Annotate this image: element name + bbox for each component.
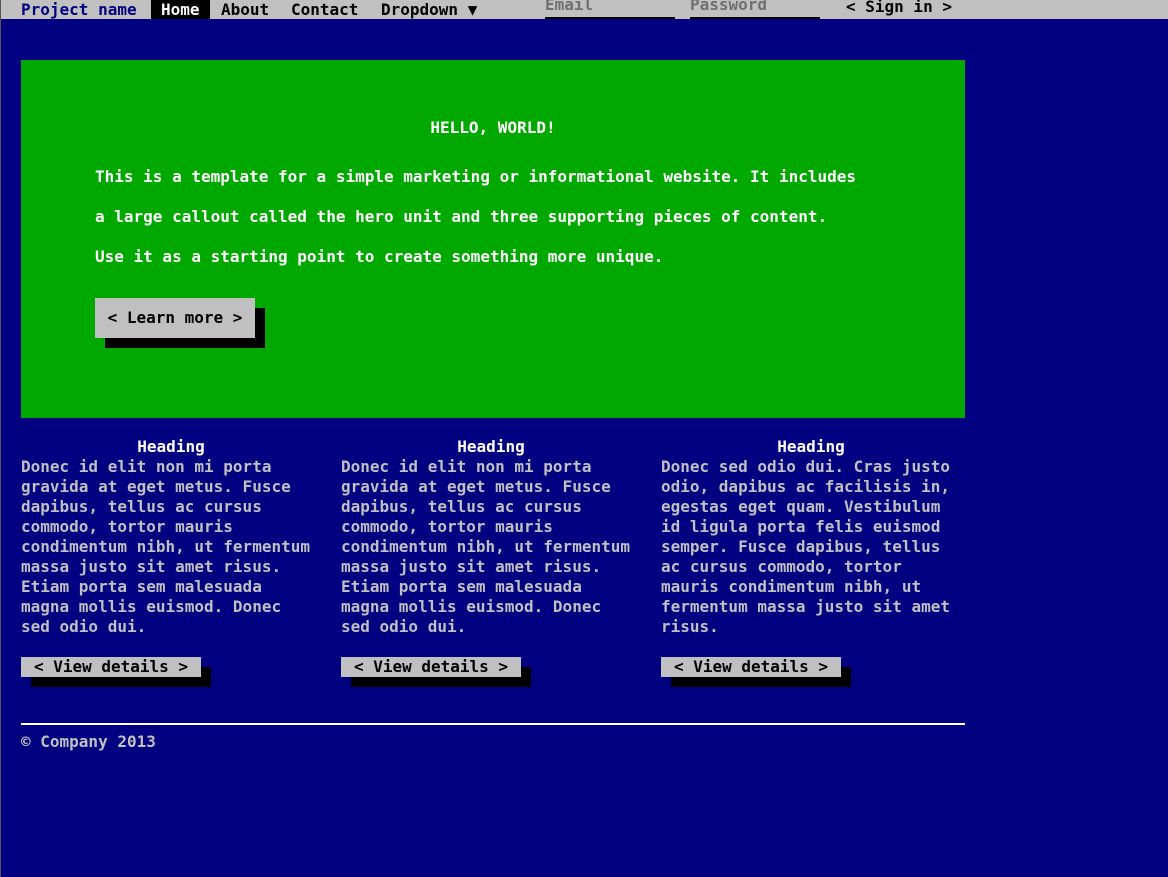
column-text-line: commodo, tortor mauris bbox=[341, 517, 553, 536]
column-text-line: gravida at eget metus. Fusce bbox=[21, 477, 291, 496]
column-text-line: mauris condimentum nibh, ut bbox=[661, 577, 922, 596]
column-text-line: egestas eget quam. Vestibulum bbox=[661, 497, 941, 516]
column-text-line: Donec id elit non mi porta bbox=[21, 457, 272, 476]
column-heading: Heading bbox=[457, 437, 525, 456]
column-text-line: dapibus, tellus ac cursus bbox=[21, 497, 262, 516]
column-text-line: Etiam porta sem malesuada bbox=[21, 577, 262, 596]
column-text-line: Donec sed odio dui. Cras justo bbox=[661, 457, 950, 476]
hero-unit: HELLO, WORLD! This is a template for a s… bbox=[21, 60, 965, 418]
nav-contact[interactable]: Contact bbox=[281, 0, 368, 19]
footer-divider bbox=[21, 723, 965, 725]
column-text-line: sed odio dui. bbox=[341, 617, 467, 636]
column-text-line: dapibus, tellus ac cursus bbox=[341, 497, 582, 516]
column-text-line: odio, dapibus ac facilisis in, bbox=[661, 477, 950, 496]
email-input[interactable] bbox=[545, 0, 675, 19]
content-column-3: Heading Donec sed odio dui. Cras justo o… bbox=[661, 437, 961, 677]
nav-about[interactable]: About bbox=[211, 0, 279, 19]
column-text-line: sed odio dui. bbox=[21, 617, 147, 636]
column-text-line: commodo, tortor mauris bbox=[21, 517, 233, 536]
column-heading: Heading bbox=[777, 437, 845, 456]
hero-text-line: Use it as a starting point to create som… bbox=[95, 247, 664, 266]
footer-copyright: © Company 2013 bbox=[21, 732, 156, 751]
column-text-line: condimentum nibh, ut fermentum bbox=[21, 537, 310, 556]
nav-dropdown[interactable]: Dropdown ▼ bbox=[371, 0, 487, 19]
column-text-line: ac cursus commodo, tortor bbox=[661, 557, 902, 576]
view-details-button[interactable]: < View details > bbox=[661, 657, 841, 677]
hero-text-line: a large callout called the hero unit and… bbox=[95, 207, 828, 226]
view-details-button[interactable]: < View details > bbox=[341, 657, 521, 677]
column-text-line: massa justo sit amet risus. bbox=[21, 557, 282, 576]
column-text-line: Etiam porta sem malesuada bbox=[341, 577, 582, 596]
column-text-line: massa justo sit amet risus. bbox=[341, 557, 602, 576]
content-column-2: Heading Donec id elit non mi porta gravi… bbox=[341, 437, 641, 677]
column-text-line: magna mollis euismod. Donec bbox=[21, 597, 282, 616]
column-text-line: gravida at eget metus. Fusce bbox=[341, 477, 611, 496]
hero-text-line: This is a template for a simple marketin… bbox=[95, 167, 856, 186]
column-text-line: condimentum nibh, ut fermentum bbox=[341, 537, 630, 556]
column-text-line: risus. bbox=[661, 617, 719, 636]
navbar: Project name Home About Contact Dropdown… bbox=[1, 0, 1168, 19]
brand-link[interactable]: Project name bbox=[21, 0, 137, 19]
column-text-line: magna mollis euismod. Donec bbox=[341, 597, 602, 616]
password-input[interactable] bbox=[690, 0, 820, 19]
column-text-line: fermentum massa justo sit amet bbox=[661, 597, 950, 616]
column-text-line: semper. Fusce dapibus, tellus bbox=[661, 537, 941, 556]
view-details-button[interactable]: < View details > bbox=[21, 657, 201, 677]
column-text-line: Donec id elit non mi porta bbox=[341, 457, 592, 476]
column-heading: Heading bbox=[137, 437, 205, 456]
learn-more-button[interactable]: < Learn more > bbox=[95, 298, 255, 338]
column-text-line: id ligula porta felis euismod bbox=[661, 517, 941, 536]
content-column-1: Heading Donec id elit non mi porta gravi… bbox=[21, 437, 321, 677]
sign-in-button[interactable]: < Sign in > bbox=[846, 0, 952, 16]
nav-home[interactable]: Home bbox=[151, 0, 210, 19]
hero-title: HELLO, WORLD! bbox=[430, 118, 556, 137]
